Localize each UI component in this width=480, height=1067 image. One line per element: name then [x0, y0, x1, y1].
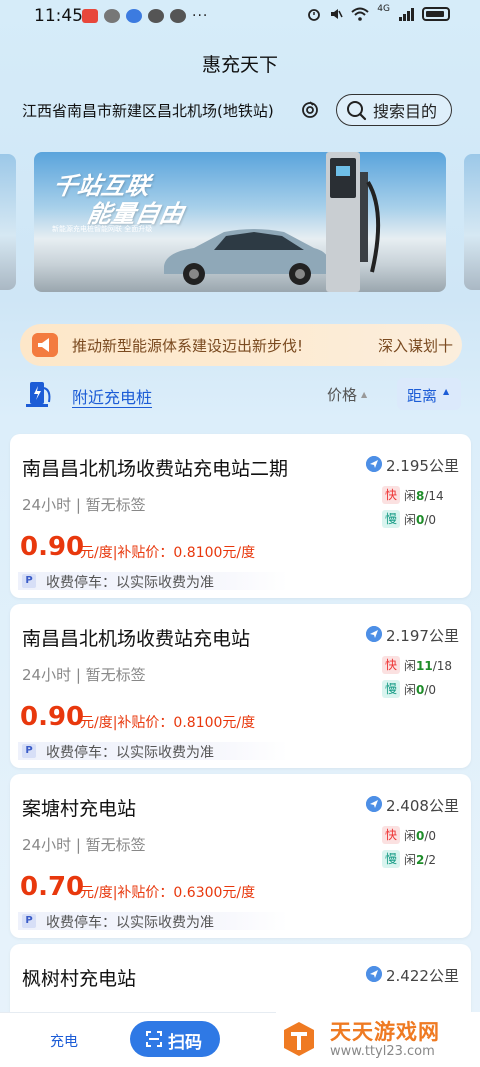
scan-label: 扫码 — [168, 1033, 202, 1053]
signal-icon — [399, 8, 414, 21]
banner-next-peek[interactable] — [464, 154, 480, 290]
parking-icon: P — [22, 574, 36, 588]
station-distance: 2.408公里 — [386, 797, 459, 815]
app-title: 惠充天下 — [201, 54, 278, 76]
fast-badge: 快 — [382, 826, 400, 844]
station-name: 枫树村充电站 — [22, 968, 137, 990]
distance-sort-caret-icon: ▲ — [443, 387, 450, 396]
vpn-icon — [104, 9, 120, 23]
search-box[interactable]: 搜索目的 — [336, 94, 452, 126]
scan-icon — [146, 1031, 162, 1047]
fast-availability: 闲8/14 — [404, 489, 444, 503]
scan-button[interactable]: 扫码 — [130, 1021, 220, 1057]
news-text-next: 深入谋划十 — [378, 337, 454, 355]
alarm-icon — [308, 9, 321, 21]
mute-icon — [331, 9, 343, 19]
station-price-detail: 元/度|补贴价：0.8100元/度 — [80, 715, 256, 731]
station-distance: 2.197公里 — [386, 627, 459, 645]
network-type: 4G — [377, 4, 390, 14]
news-text: 推动新型能源体系建设迈出新步伐! — [72, 337, 304, 355]
slow-availability: 闲0/0 — [404, 513, 437, 527]
banner-prev-peek[interactable] — [0, 154, 16, 290]
parking-icon: P — [22, 744, 36, 758]
station-name: 南昌昌北机场收费站充电站 — [22, 628, 251, 650]
message-icon — [126, 9, 142, 23]
station-distance: 2.422公里 — [386, 967, 459, 985]
charger-pile-icon — [26, 382, 51, 407]
parking-text: 收费停车：以实际收费为准 — [46, 575, 214, 591]
station-name: 案塘村充电站 — [22, 798, 137, 820]
parking-info: P 收费停车：以实际收费为准 — [18, 572, 288, 591]
nearby-chargers-tab[interactable]: 附近充电桩 — [72, 384, 152, 408]
promo-banner[interactable]: 千站互联 能量自由 新能源充电桩智能网联 全面升级 — [34, 152, 446, 292]
station-name: 南昌昌北机场收费站充电站二期 — [22, 458, 289, 480]
parking-text: 收费停车：以实际收费为准 — [46, 915, 214, 931]
wifi-icon — [351, 7, 369, 21]
app-icon — [170, 9, 186, 23]
sort-distance-label: 距离 — [407, 387, 438, 405]
watermark-url: www.ttyl23.com — [330, 1044, 435, 1059]
tab-charge[interactable]: 充电 — [50, 1031, 78, 1051]
station-card[interactable]: 案塘村充电站 24小时 | 暂无标签 0.70 元/度|补贴价：0.6300元/… — [10, 774, 471, 938]
parking-info: P 收费停车：以实际收费为准 — [18, 912, 288, 931]
navigate-icon[interactable] — [366, 796, 382, 812]
parking-text: 收费停车：以实际收费为准 — [46, 745, 214, 761]
slow-availability: 闲0/0 — [404, 683, 437, 697]
fast-badge: 快 — [382, 656, 400, 674]
parking-info: P 收费停车：以实际收费为准 — [18, 742, 288, 761]
navigate-icon[interactable] — [366, 626, 382, 642]
current-location[interactable]: 江西省南昌市新建区昌北机场(地铁站) — [22, 100, 274, 121]
slow-badge: 慢 — [382, 510, 400, 528]
slow-badge: 慢 — [382, 850, 400, 868]
app-notify-icon — [82, 9, 98, 23]
station-meta: 24小时 | 暂无标签 — [22, 836, 146, 854]
fast-availability: 闲0/0 — [404, 829, 437, 843]
watermark-name: 天天游戏网 — [330, 1020, 440, 1044]
search-icon — [347, 101, 367, 121]
station-price: 0.90 — [20, 702, 85, 732]
station-price-detail: 元/度|补贴价：0.6300元/度 — [80, 885, 256, 901]
charger-image — [326, 152, 381, 292]
site-watermark: 天天游戏网 www.ttyl23.com — [276, 1012, 480, 1067]
wechat-icon — [148, 9, 164, 23]
sort-by-distance[interactable]: 距离 ▲ — [397, 378, 461, 410]
status-time: 11:45 — [34, 6, 83, 26]
station-price: 0.70 — [20, 872, 85, 902]
station-card[interactable]: 南昌昌北机场收费站充电站二期 24小时 | 暂无标签 0.90 元/度|补贴价：… — [10, 434, 471, 598]
news-ticker[interactable]: 推动新型能源体系建设迈出新步伐! 深入谋划十 — [20, 324, 462, 366]
megaphone-icon — [32, 333, 58, 357]
station-price: 0.90 — [20, 532, 85, 562]
navigate-icon[interactable] — [366, 966, 382, 982]
parking-icon: P — [22, 914, 36, 928]
watermark-logo-icon — [284, 1022, 314, 1056]
sort-by-price[interactable]: 价格 — [327, 384, 357, 405]
station-card[interactable]: 南昌昌北机场收费站充电站 24小时 | 暂无标签 0.90 元/度|补贴价：0.… — [10, 604, 471, 768]
slow-availability: 闲2/2 — [404, 853, 437, 867]
locate-icon[interactable] — [300, 100, 320, 120]
slow-badge: 慢 — [382, 680, 400, 698]
station-price-detail: 元/度|补贴价：0.8100元/度 — [80, 545, 256, 561]
battery-icon — [422, 7, 450, 21]
fast-availability: 闲11/18 — [404, 659, 453, 673]
fast-badge: 快 — [382, 486, 400, 504]
search-placeholder: 搜索目的 — [373, 102, 438, 121]
car-image — [164, 229, 330, 285]
station-meta: 24小时 | 暂无标签 — [22, 496, 146, 514]
more-notifications-icon: ··· — [192, 8, 209, 24]
status-bar: 11:45 ··· 4G — [0, 0, 480, 32]
price-sort-caret-icon: ▲ — [361, 390, 368, 399]
station-meta: 24小时 | 暂无标签 — [22, 666, 146, 684]
system-icons: 4G — [307, 4, 450, 21]
station-distance: 2.195公里 — [386, 457, 459, 475]
banner-subtitle: 新能源充电桩智能网联 全面升级 — [52, 225, 153, 233]
notification-icons: ··· — [82, 8, 208, 24]
navigate-icon[interactable] — [366, 456, 382, 472]
